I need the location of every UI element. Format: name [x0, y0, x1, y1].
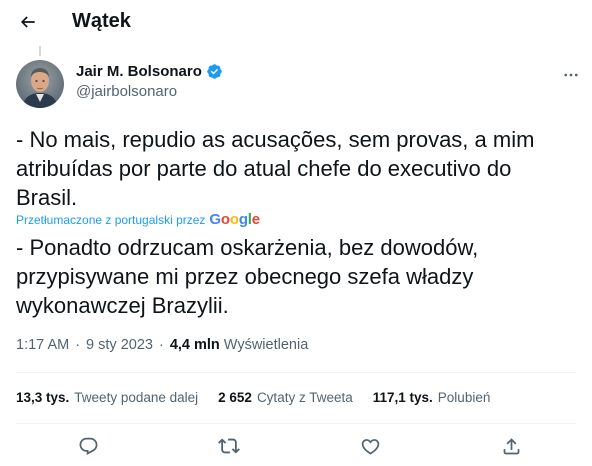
back-button[interactable] — [14, 8, 42, 36]
divider — [16, 372, 576, 373]
engagement-stats: 13,3 tys. Tweety podane dalej 2 652 Cyta… — [16, 390, 510, 405]
meta-separator: · — [158, 337, 164, 353]
divider — [16, 423, 576, 424]
retweets-stat[interactable]: 13,3 tys. Tweety podane dalej — [16, 390, 198, 405]
retweet-icon — [218, 438, 240, 454]
verified-badge-icon — [206, 63, 223, 80]
reply-icon — [79, 437, 97, 455]
tweet-translated-text: - Ponadto odrzucam oskarżenia, bez dowod… — [16, 235, 479, 318]
retweets-label: Tweety podane dalej — [74, 390, 199, 405]
reply-button[interactable] — [75, 433, 101, 459]
author-handle[interactable]: @jairbolsonaro — [76, 83, 223, 100]
more-options-button[interactable] — [558, 62, 584, 88]
tweet-date[interactable]: 9 sty 2023 — [86, 337, 153, 353]
like-icon — [361, 438, 379, 455]
author-block: Jair M. Bolsonaro @jairbolsonaro — [76, 63, 223, 100]
views-count: 4,4 mln — [169, 337, 220, 353]
page-title: Wątek — [72, 10, 131, 32]
likes-label: Polubień — [437, 390, 491, 405]
arrow-left-icon — [20, 16, 35, 28]
translation-note-label: Przetłumaczone z portugalski przez — [16, 212, 206, 227]
retweet-button[interactable] — [216, 433, 242, 459]
retweets-count: 13,3 tys. — [16, 390, 70, 405]
like-button[interactable] — [357, 433, 383, 459]
likes-stat[interactable]: 117,1 tys. Polubień — [373, 390, 491, 405]
share-icon — [503, 437, 519, 454]
quotes-label: Cytaty z Tweeta — [256, 390, 353, 405]
meta-separator: · — [75, 337, 81, 353]
tweet-original-text: - No mais, repudio as acusações, sem pro… — [16, 127, 535, 210]
more-dots-icon — [564, 73, 578, 77]
thread-connector-line — [39, 46, 41, 56]
tweet-meta: 1:17 AM · 9 sty 2023 · 4,4 mln Wyświetle… — [16, 337, 308, 353]
quotes-stat[interactable]: 2 652 Cytaty z Tweeta — [218, 390, 353, 405]
avatar-image — [16, 60, 64, 108]
google-logo: Google — [209, 211, 260, 228]
views-label: Wyświetlenia — [223, 337, 309, 353]
author-name[interactable]: Jair M. Bolsonaro — [76, 63, 202, 80]
action-bar — [0, 431, 592, 461]
avatar[interactable] — [16, 60, 64, 108]
likes-count: 117,1 tys. — [372, 390, 433, 405]
tweet-time[interactable]: 1:17 AM — [16, 337, 69, 353]
share-button[interactable] — [498, 433, 524, 459]
quotes-count: 2 652 — [218, 390, 252, 405]
translation-note[interactable]: Przetłumaczone z portugalski przez Googl… — [16, 211, 260, 228]
top-bar: Wątek — [0, 0, 592, 44]
